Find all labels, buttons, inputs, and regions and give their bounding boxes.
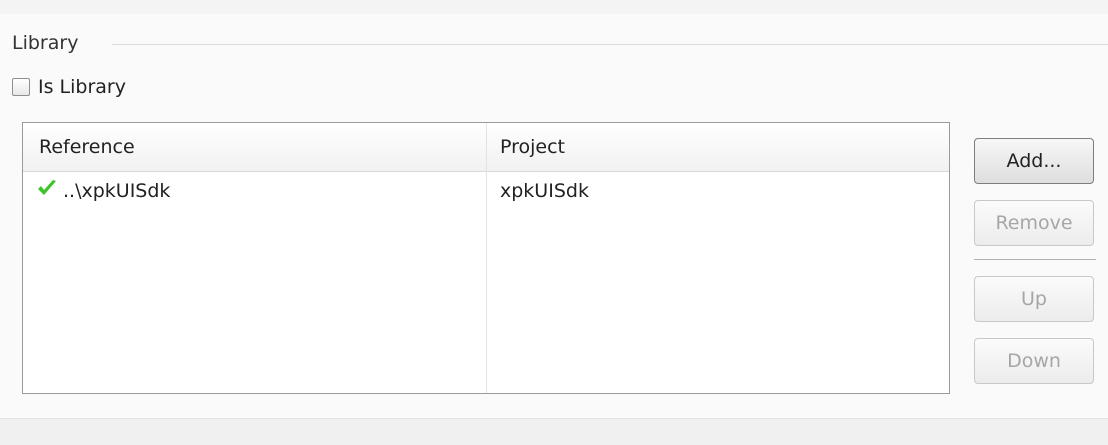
reference-cell: ..\xpkUISdk (37, 179, 170, 203)
bottom-band (0, 418, 1108, 445)
is-library-label[interactable]: Is Library (38, 76, 126, 98)
down-button[interactable]: Down (974, 338, 1094, 384)
column-header-project[interactable]: Project (500, 135, 565, 159)
is-library-option[interactable]: Is Library (12, 74, 126, 100)
table-row[interactable]: ..\xpkUISdk xpkUISdk (23, 173, 949, 207)
library-reference-table[interactable]: Reference Project ..\xpkUISdk xpkUISdk (22, 122, 950, 394)
project-cell: xpkUISdk (500, 180, 589, 202)
green-checkmark-icon (37, 179, 57, 203)
remove-button[interactable]: Remove (974, 200, 1094, 246)
reference-text: ..\xpkUISdk (63, 180, 171, 202)
up-button[interactable]: Up (974, 276, 1094, 322)
is-library-checkbox[interactable] (12, 78, 30, 96)
column-separator (486, 123, 487, 393)
button-separator (974, 259, 1096, 260)
section-divider (112, 44, 1108, 45)
column-header-reference[interactable]: Reference (39, 135, 135, 159)
add-button[interactable]: Add... (974, 138, 1094, 184)
section-title: Library (12, 32, 79, 54)
top-band (0, 0, 1108, 14)
